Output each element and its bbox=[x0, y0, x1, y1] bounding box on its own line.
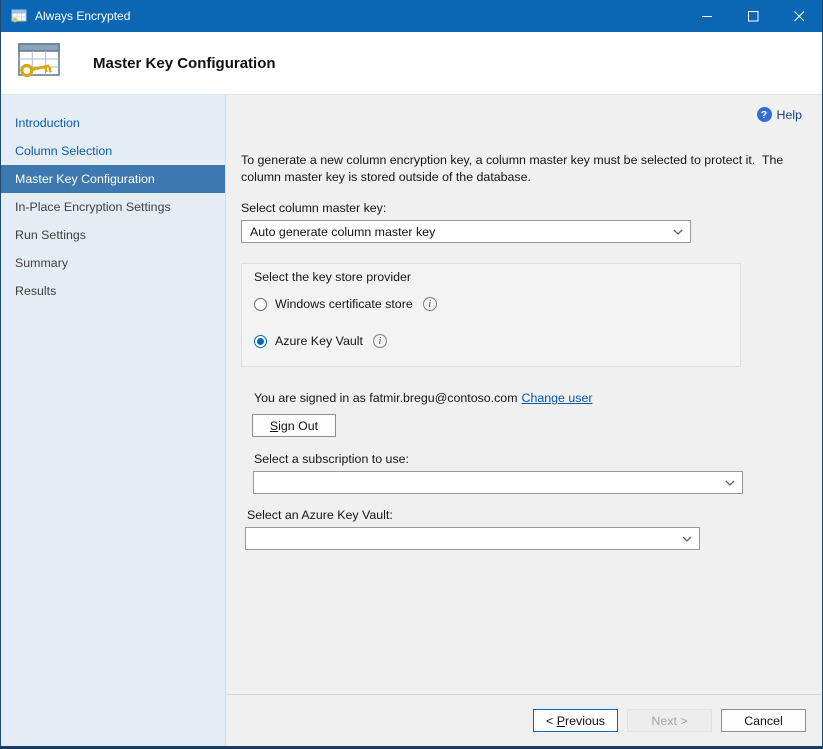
key-store-provider-title: Select the key store provider bbox=[254, 270, 728, 284]
main-column: ? Help To generate a new column encrypti… bbox=[226, 95, 822, 746]
minimize-icon bbox=[702, 11, 713, 22]
intro-text: To generate a new column encryption key,… bbox=[241, 152, 801, 185]
dialog-body: Introduction Column Selection Master Key… bbox=[1, 95, 822, 746]
radio-azure-key-vault[interactable]: Azure Key Vault i bbox=[254, 334, 728, 348]
wizard-steps-sidebar: Introduction Column Selection Master Key… bbox=[1, 95, 226, 746]
maximize-button[interactable] bbox=[730, 0, 776, 32]
help-label: Help bbox=[777, 108, 802, 122]
sidebar-item-run-settings[interactable]: Run Settings bbox=[1, 221, 225, 249]
sidebar-item-in-place-encryption-settings[interactable]: In-Place Encryption Settings bbox=[1, 193, 225, 221]
table-key-icon bbox=[15, 42, 63, 84]
radio-windows-certificate-store-label: Windows certificate store bbox=[275, 297, 413, 311]
window-controls bbox=[684, 0, 822, 32]
info-icon[interactable]: i bbox=[373, 334, 387, 348]
radio-azure-key-vault-label: Azure Key Vault bbox=[275, 334, 363, 348]
subscription-dropdown[interactable] bbox=[253, 471, 743, 494]
next-button[interactable]: Next > bbox=[627, 709, 712, 732]
sidebar-item-master-key-configuration[interactable]: Master Key Configuration bbox=[1, 165, 225, 193]
close-icon bbox=[794, 11, 805, 22]
change-user-link[interactable]: Change user bbox=[522, 391, 593, 405]
subscription-label: Select a subscription to use: bbox=[254, 452, 802, 466]
master-key-label: Select column master key: bbox=[241, 201, 802, 215]
wizard-footer: < Previous Next > Cancel bbox=[226, 694, 822, 746]
main-content: ? Help To generate a new column encrypti… bbox=[226, 95, 822, 694]
master-key-dropdown[interactable]: Auto generate column master key bbox=[241, 220, 691, 243]
chevron-down-icon bbox=[725, 480, 735, 486]
close-button[interactable] bbox=[776, 0, 822, 32]
sign-out-button[interactable]: Sign Out bbox=[252, 414, 336, 437]
maximize-icon bbox=[748, 11, 759, 22]
minimize-button[interactable] bbox=[684, 0, 730, 32]
title-bar: Always Encrypted bbox=[1, 0, 822, 32]
help-link[interactable]: ? Help bbox=[241, 107, 802, 122]
sidebar-item-results[interactable]: Results bbox=[1, 277, 225, 305]
info-icon[interactable]: i bbox=[423, 297, 437, 311]
radio-selected-icon bbox=[254, 335, 267, 348]
radio-dot bbox=[257, 338, 264, 345]
help-icon: ? bbox=[757, 107, 772, 122]
radio-unselected-icon bbox=[254, 298, 267, 311]
chevron-down-icon bbox=[682, 536, 692, 542]
key-vault-dropdown[interactable] bbox=[245, 527, 700, 550]
signed-in-text: You are signed in as fatmir.bregu@contos… bbox=[254, 391, 518, 405]
previous-button[interactable]: < Previous bbox=[533, 709, 618, 732]
sidebar-item-introduction[interactable]: Introduction bbox=[1, 109, 225, 137]
wizard-header: Master Key Configuration bbox=[1, 32, 822, 95]
key-store-provider-group: Select the key store provider Windows ce… bbox=[241, 263, 741, 367]
sidebar-item-summary[interactable]: Summary bbox=[1, 249, 225, 277]
always-encrypted-dialog: Always Encrypted bbox=[0, 0, 823, 749]
chevron-down-icon bbox=[673, 229, 683, 235]
cancel-button[interactable]: Cancel bbox=[721, 709, 806, 732]
sidebar-item-column-selection[interactable]: Column Selection bbox=[1, 137, 225, 165]
window-title: Always Encrypted bbox=[35, 9, 130, 23]
radio-windows-certificate-store[interactable]: Windows certificate store i bbox=[254, 297, 728, 311]
page-title: Master Key Configuration bbox=[93, 55, 276, 72]
signed-in-status: You are signed in as fatmir.bregu@contos… bbox=[254, 391, 802, 405]
app-icon bbox=[11, 8, 27, 24]
key-vault-label: Select an Azure Key Vault: bbox=[247, 508, 802, 522]
master-key-dropdown-value: Auto generate column master key bbox=[250, 225, 435, 239]
